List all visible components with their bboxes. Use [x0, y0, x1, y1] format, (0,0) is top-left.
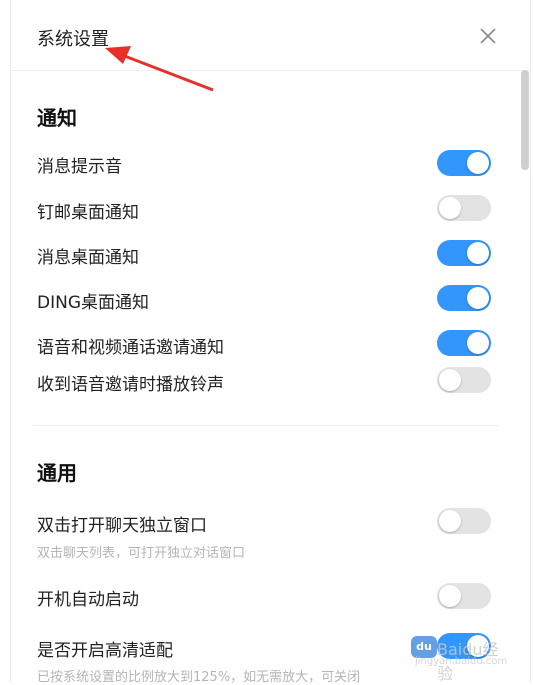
toggle-knob [439, 197, 461, 219]
toggle-knob [439, 369, 461, 391]
setting-label: 消息提示音 [37, 157, 122, 177]
red-arrow-annotation [105, 46, 214, 92]
toggle-message-sound[interactable] [437, 150, 491, 176]
settings-dialog: 系统设置 通知 消息提示音 钉邮桌面通知 消息桌面通知 DING桌面通知 语音和… [10, 0, 531, 685]
toggle-auto-start[interactable] [437, 583, 491, 609]
toggle-message-desktop-notify[interactable] [437, 240, 491, 266]
section-title-general: 通用 [37, 461, 77, 485]
setting-label: 收到语音邀请时播放铃声 [37, 375, 224, 395]
close-icon[interactable] [479, 27, 497, 45]
toggle-knob [467, 152, 489, 174]
setting-label: 开机自动启动 [37, 590, 139, 610]
toggle-knob [439, 510, 461, 532]
baidu-jingyan-watermark: du Baidu经验 jingyan.baidu.com [389, 630, 509, 683]
scrollbar-thumb[interactable] [521, 70, 529, 170]
setting-label: 语音和视频通话邀请通知 [37, 338, 224, 358]
setting-label: 钉邮桌面通知 [37, 203, 139, 223]
toggle-knob [467, 332, 489, 354]
setting-sublabel: 已按系统设置的比例放大到125%，如无需放大，可关闭 [37, 670, 361, 685]
toggle-knob [467, 242, 489, 264]
toggle-knob [439, 585, 461, 607]
toggle-double-click-open-window[interactable] [437, 508, 491, 534]
toggle-knob [467, 287, 489, 309]
toggle-call-invite-notify[interactable] [437, 330, 491, 356]
dialog-title: 系统设置 [37, 29, 109, 50]
setting-label: 双击打开聊天独立窗口 [37, 516, 207, 536]
watermark-domain: jingyan.baidu.com [415, 656, 508, 667]
section-divider [33, 425, 499, 426]
setting-label: 是否开启高清适配 [37, 641, 173, 661]
baidu-paw-logo-icon: du [411, 636, 437, 658]
setting-label: DING桌面通知 [37, 293, 149, 313]
dialog-header: 系统设置 [11, 0, 530, 71]
toggle-ding-desktop-notify[interactable] [437, 285, 491, 311]
section-title-notify: 通知 [37, 106, 77, 130]
toggle-voice-invite-ringtone[interactable] [437, 367, 491, 393]
toggle-mail-desktop-notify[interactable] [437, 195, 491, 221]
setting-sublabel: 双击聊天列表，可打开独立对话窗口 [37, 546, 246, 561]
setting-label: 消息桌面通知 [37, 248, 139, 268]
